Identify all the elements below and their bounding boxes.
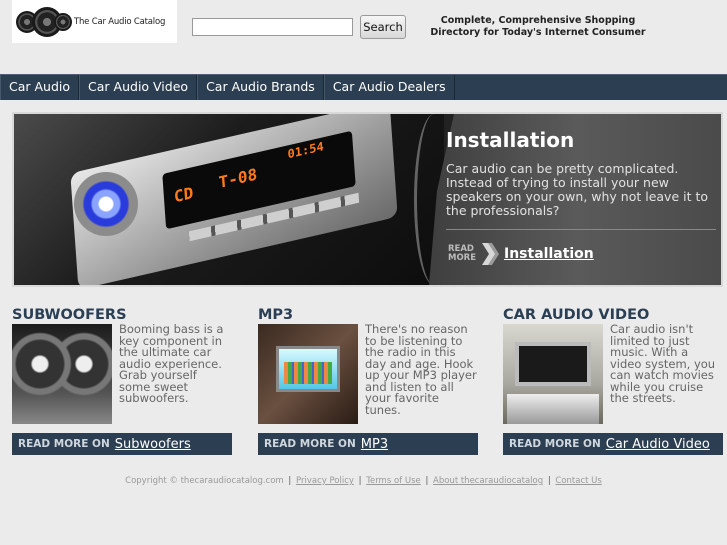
feature-car-audio-video: CAR AUDIO VIDEO Car audio isn't limited … [503, 307, 725, 457]
hero-photo-car-stereo: CD T-08 01:54 [14, 114, 444, 285]
feature-mp3: MP3 There's no reason to be listening to… [258, 307, 480, 457]
hero-read-more[interactable]: READ MORE Installation [448, 243, 594, 265]
nav-item-car-audio-brands[interactable]: Car Audio Brands [197, 75, 324, 100]
read-more-bar[interactable]: READ MORE ON Car Audio Video [503, 433, 723, 455]
subwoofers-image [12, 324, 112, 424]
read-more-line-2: MORE [448, 253, 477, 263]
car-audio-video-image [503, 324, 603, 424]
hero-title: Installation [446, 128, 575, 152]
footer-terms-link[interactable]: Terms of Use [366, 476, 421, 486]
read-more-label: READ MORE [448, 245, 482, 263]
nav-item-car-audio[interactable]: Car Audio [0, 75, 80, 100]
site-tagline: Complete, Comprehensive Shopping Directo… [423, 15, 653, 39]
footer: Copyright © thecaraudiocatalog.com | Pri… [125, 476, 602, 486]
hero-divider-line [446, 229, 716, 230]
nav-item-car-audio-dealers[interactable]: Car Audio Dealers [323, 75, 455, 100]
feature-subwoofers: SUBWOOFERS Booming bass is a key compone… [12, 307, 234, 457]
footer-copyright: Copyright © thecaraudiocatalog.com [125, 476, 284, 486]
mp3-link[interactable]: MP3 [361, 437, 388, 452]
read-more-bar[interactable]: READ MORE ON MP3 [258, 433, 478, 455]
volume-knob-icon [74, 172, 138, 236]
feature-title: SUBWOOFERS [12, 307, 127, 323]
hero-installation-link[interactable]: Installation [504, 246, 594, 262]
search-button[interactable]: Search [360, 15, 406, 39]
tagline-line-2: Directory for Today's Internet Consumer [430, 27, 646, 38]
read-more-label: READ MORE ON [509, 438, 601, 450]
site-logo[interactable]: The Car Audio Catalog [12, 0, 177, 43]
display-cd: CD [173, 183, 194, 207]
hero-text: Car audio can be pretty complicated. Ins… [446, 161, 709, 218]
nav-item-car-audio-video[interactable]: Car Audio Video [79, 75, 198, 100]
feature-title: MP3 [258, 307, 294, 323]
car-audio-video-link[interactable]: Car Audio Video [606, 437, 710, 452]
speaker-logo-icon [12, 0, 72, 43]
hero-banner: CD T-08 01:54 Installation Car audio can… [12, 112, 723, 287]
main-nav: Car Audio Car Audio Video Car Audio Bran… [0, 74, 727, 100]
read-more-label: READ MORE ON [18, 438, 110, 450]
mp3-image [258, 324, 358, 424]
logo-text: The Car Audio Catalog [74, 16, 166, 27]
tagline-line-1: Complete, Comprehensive Shopping [440, 15, 636, 26]
search-input[interactable] [192, 18, 353, 36]
subwoofers-link[interactable]: Subwoofers [115, 437, 191, 452]
read-more-label: READ MORE ON [264, 438, 356, 450]
feature-text: Car audio isn't limited to just music. W… [610, 322, 716, 405]
read-more-bar[interactable]: READ MORE ON Subwoofers [12, 433, 232, 455]
feature-text: There's no reason to be listening to the… [365, 322, 477, 417]
display-track: T-08 [217, 164, 258, 193]
footer-contact-link[interactable]: Contact Us [555, 476, 601, 486]
footer-privacy-link[interactable]: Privacy Policy [296, 476, 354, 486]
feature-title: CAR AUDIO VIDEO [503, 307, 650, 323]
chevron-right-icon [482, 243, 499, 265]
feature-text: Booming bass is a key component in the u… [119, 322, 224, 405]
footer-about-link[interactable]: About thecaraudiocatalog [433, 476, 543, 486]
